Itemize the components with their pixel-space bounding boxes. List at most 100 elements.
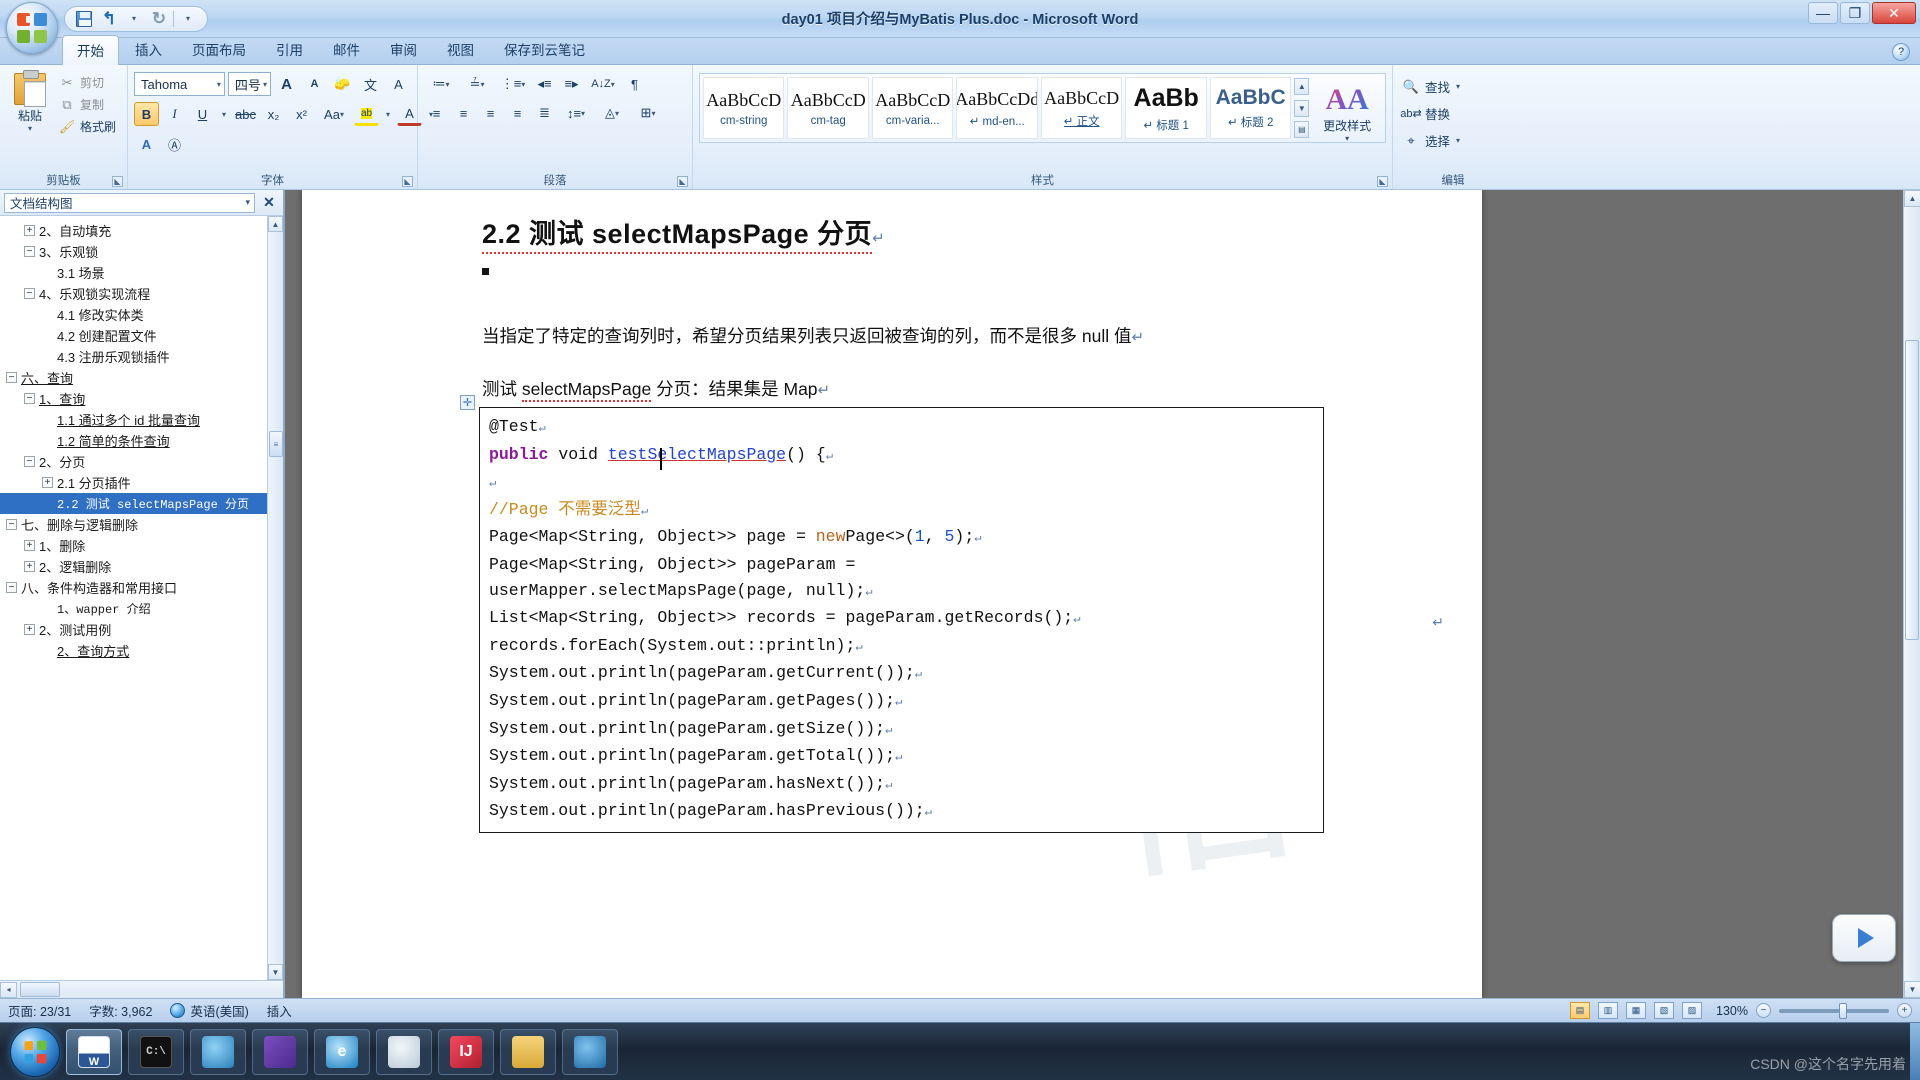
find-caret-icon[interactable]: ▾ xyxy=(1456,82,1460,91)
style-item-heading-2[interactable]: AaBbC ↵ 标题 2 xyxy=(1209,77,1292,139)
collapse-icon[interactable]: − xyxy=(24,288,35,299)
docmap-item[interactable]: 1.2 简单的条件查询 xyxy=(0,430,283,451)
underline-button[interactable]: U xyxy=(190,102,215,126)
select-caret-icon[interactable]: ▾ xyxy=(1456,136,1460,145)
insert-mode[interactable]: 插入 xyxy=(267,1001,292,1020)
docmap-item[interactable]: 4.3 注册乐观锁插件 xyxy=(0,346,283,367)
zoom-slider-knob[interactable] xyxy=(1839,1002,1847,1019)
view-web-layout-button[interactable]: ▦ xyxy=(1626,1002,1647,1019)
bold-button[interactable]: B xyxy=(134,102,159,126)
scroll-left-icon[interactable]: ◂ xyxy=(0,981,17,998)
superscript-button[interactable]: x² xyxy=(289,102,314,126)
docmap-item[interactable]: −3、乐观锁 xyxy=(0,241,283,262)
tab-mailings[interactable]: 邮件 xyxy=(319,35,374,64)
document-page[interactable]: 俗 2.2 测试 selectMapsPage 分页↵ 当指定了特定的查询列时，… xyxy=(302,190,1482,998)
collapse-icon[interactable]: − xyxy=(24,246,35,257)
align-left-button[interactable]: ≡ xyxy=(424,101,449,125)
zoom-level[interactable]: 130% xyxy=(1716,1004,1748,1018)
subscript-button[interactable]: x₂ xyxy=(261,102,286,126)
docmap-item[interactable]: −1、查询 xyxy=(0,388,283,409)
sort-button[interactable]: A↓Z ▾ xyxy=(586,72,620,96)
zoom-out-button[interactable]: − xyxy=(1756,1003,1771,1018)
doc-scroll-up-icon[interactable]: ▲ xyxy=(1904,190,1920,207)
find-button[interactable]: 🔍 查找 ▾ xyxy=(1399,75,1507,98)
character-border-button[interactable]: A xyxy=(386,72,411,96)
document-map-horizontal-scrollbar[interactable]: ◂ xyxy=(0,980,283,998)
docmap-item[interactable]: 3.1 场景 xyxy=(0,262,283,283)
scrollbar-thumb[interactable]: ≡ xyxy=(269,431,283,457)
docmap-item[interactable]: 1、wapper 介绍 xyxy=(0,598,283,619)
collapse-icon[interactable]: − xyxy=(24,456,35,467)
multilevel-list-button[interactable]: ⋮≡ ▾ xyxy=(496,72,530,96)
close-document-map-icon[interactable]: ✕ xyxy=(259,194,279,211)
page-indicator[interactable]: 页面: 23/31 xyxy=(8,1001,71,1020)
phonetic-guide-button[interactable]: 文 xyxy=(358,72,383,96)
strikethrough-button[interactable]: abc xyxy=(233,102,258,126)
scroll-up-icon[interactable]: ▲ xyxy=(268,216,283,232)
redo-button[interactable]: ↻ xyxy=(148,9,170,29)
text-effects-button[interactable]: A xyxy=(134,132,159,156)
word-count[interactable]: 字数: 3,962 xyxy=(89,1001,152,1020)
docmap-item[interactable]: +2、逻辑删除 xyxy=(0,556,283,577)
expand-icon[interactable]: + xyxy=(42,477,53,488)
tab-view[interactable]: 视图 xyxy=(433,35,488,64)
scroll-down-icon[interactable]: ▼ xyxy=(268,964,283,980)
grow-font-button[interactable]: A xyxy=(274,72,299,96)
expand-icon[interactable]: + xyxy=(24,225,35,236)
styles-gallery-scrollbar[interactable]: ▲ ▼ ▤ xyxy=(1294,77,1310,139)
document-map-selector[interactable]: 文档结构图 ▾ xyxy=(4,192,255,213)
code-block[interactable]: @Test↵ public void testSelectMapsPage() {… xyxy=(479,407,1324,833)
tab-review[interactable]: 审阅 xyxy=(376,35,431,64)
maximize-button[interactable]: ❐ xyxy=(1840,2,1870,24)
document-vertical-scrollbar[interactable]: ▲ ▼ xyxy=(1903,190,1920,998)
docmap-item[interactable]: 4.2 创建配置文件 xyxy=(0,325,283,346)
bullets-button[interactable]: ≔ ▾ xyxy=(424,72,458,96)
change-case-button[interactable]: Aa ▾ xyxy=(317,102,351,126)
save-button[interactable] xyxy=(73,9,95,29)
style-item-heading-1[interactable]: AaBb ↵ 标题 1 xyxy=(1125,77,1207,139)
docmap-item[interactable]: − 六、查询 xyxy=(0,367,283,388)
taskbar-item-internet-explorer[interactable]: e xyxy=(314,1028,370,1075)
distribute-button[interactable]: ≣ xyxy=(532,101,557,125)
clipboard-dialog-launcher[interactable]: ◣ xyxy=(112,176,123,187)
underline-dropdown-icon[interactable]: ▾ xyxy=(218,102,230,126)
collapse-icon[interactable]: − xyxy=(6,519,17,530)
paste-dropdown-icon[interactable]: ▾ xyxy=(28,125,32,133)
docmap-item[interactable]: +2.1 分页插件 xyxy=(0,472,283,493)
docmap-item[interactable]: 2.2 测试 selectMapsPage 分页 xyxy=(0,493,283,514)
italic-button[interactable]: I xyxy=(162,102,187,126)
docmap-item[interactable]: +1、删除 xyxy=(0,535,283,556)
docmap-item[interactable]: −4、乐观锁实现流程 xyxy=(0,283,283,304)
collapse-icon[interactable]: − xyxy=(6,582,17,593)
style-item-normal[interactable]: AaBbCcD ↵ 正文 xyxy=(1040,77,1123,139)
enclose-characters-button[interactable]: Ⓐ xyxy=(162,132,187,156)
help-icon[interactable]: ? xyxy=(1892,43,1910,61)
copy-button[interactable]: ⧉ 复制 xyxy=(56,94,121,115)
customize-qat-icon[interactable]: ▾ xyxy=(177,9,199,29)
change-styles-caret-icon[interactable]: ▾ xyxy=(1345,135,1349,143)
taskbar-item-paint[interactable] xyxy=(376,1028,432,1075)
highlight-button[interactable]: ab xyxy=(354,102,379,126)
highlight-dropdown-icon[interactable]: ▾ xyxy=(382,102,394,126)
office-button[interactable] xyxy=(6,2,58,54)
borders-button[interactable]: ⊞ ▾ xyxy=(631,101,665,125)
docmap-item[interactable]: 2、查询方式 xyxy=(0,640,283,661)
gallery-more-icon[interactable]: ▤ xyxy=(1294,121,1310,138)
font-name-combo[interactable]: Tahoma ▾ xyxy=(134,72,225,96)
font-size-combo[interactable]: 四号 ▾ xyxy=(227,72,271,96)
doc-scrollbar-thumb[interactable] xyxy=(1905,340,1919,640)
styles-dialog-launcher[interactable]: ◣ xyxy=(1377,176,1388,187)
line-spacing-button[interactable]: ↕≡ ▾ xyxy=(559,101,593,125)
docmap-item[interactable]: +2、测试用例 xyxy=(0,619,283,640)
gallery-scroll-down-icon[interactable]: ▼ xyxy=(1294,99,1310,117)
align-right-button[interactable]: ≡ xyxy=(478,101,503,125)
docmap-item[interactable]: 1.1 通过多个 id 批量查询 xyxy=(0,409,283,430)
tab-insert[interactable]: 插入 xyxy=(121,35,176,64)
proofing-status[interactable]: 英语(美国) xyxy=(170,1001,249,1020)
change-styles-button[interactable]: AA 更改样式 ▾ xyxy=(1312,77,1382,143)
minimize-button[interactable]: — xyxy=(1808,2,1838,24)
tab-home[interactable]: 开始 xyxy=(62,35,119,65)
taskbar-item-file-explorer[interactable] xyxy=(500,1028,556,1075)
chevron-down-icon[interactable]: ▾ xyxy=(245,197,252,208)
align-center-button[interactable]: ≡ xyxy=(451,101,476,125)
